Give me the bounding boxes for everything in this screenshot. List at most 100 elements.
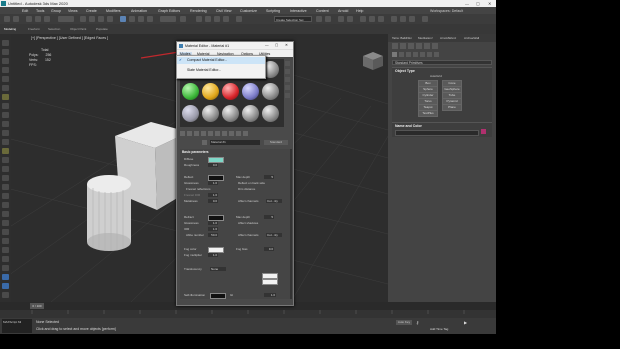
- tool-icon-5[interactable]: [2, 76, 9, 82]
- sample-slot[interactable]: [242, 105, 259, 122]
- tab-marker[interactable]: Tatra: Ball&Ski: [392, 36, 412, 40]
- menu-edit[interactable]: Edit: [22, 9, 28, 13]
- play-button-icon[interactable]: ▶: [464, 320, 467, 325]
- gi-field[interactable]: 1.0: [264, 293, 276, 297]
- undo-icon[interactable]: [4, 16, 10, 22]
- ribbon-tab-modeling[interactable]: Modeling: [4, 27, 16, 31]
- copy-material-icon[interactable]: [208, 131, 213, 136]
- maximize-icon[interactable]: ▢: [476, 1, 480, 6]
- mw-close-icon[interactable]: ✕: [285, 43, 288, 47]
- tool-icon-8[interactable]: [2, 103, 9, 109]
- helpers-icon[interactable]: [420, 52, 425, 57]
- render-frame-icon[interactable]: [400, 16, 406, 22]
- rotate-icon[interactable]: [129, 16, 135, 22]
- tool-icon-10[interactable]: [2, 121, 9, 127]
- material-type-button[interactable]: Standard: [264, 140, 288, 145]
- mw-minimize-icon[interactable]: —: [265, 43, 269, 47]
- refract-max-depth-field[interactable]: 5: [264, 215, 274, 219]
- selection-set-dropdown[interactable]: Create Selection Set: [274, 16, 312, 22]
- sample-slot[interactable]: [242, 83, 259, 100]
- material-editor-titlebar[interactable]: Material Editor - Material #1 — ▢ ✕: [177, 42, 293, 49]
- textplus-button[interactable]: TextPlus: [418, 110, 438, 117]
- slate-material-editor-item[interactable]: Slate Material Editor...: [177, 67, 265, 74]
- viewcube-icon[interactable]: [363, 52, 383, 70]
- menu-animation[interactable]: Animation: [131, 9, 147, 13]
- curve-editor-icon[interactable]: [360, 16, 366, 22]
- key-icon[interactable]: ⚷: [416, 320, 419, 325]
- self-illum-swatch[interactable]: [210, 293, 226, 299]
- library-icon[interactable]: [222, 131, 227, 136]
- fresnel-checkbox[interactable]: Fresnel reflections: [186, 187, 211, 191]
- uv-tiling-icon[interactable]: [285, 85, 290, 90]
- move-icon[interactable]: [120, 16, 126, 22]
- unlink-icon[interactable]: [35, 16, 41, 22]
- pick-material-icon[interactable]: [202, 140, 207, 145]
- ribbon-tab-selection[interactable]: Selection: [48, 27, 60, 31]
- bind-icon[interactable]: [44, 16, 50, 22]
- tool-icon-9[interactable]: [2, 112, 9, 118]
- mirror-icon[interactable]: [316, 16, 322, 22]
- go-to-parent-icon[interactable]: [243, 131, 248, 136]
- menu-graph-editors[interactable]: Graph Editors: [158, 9, 180, 13]
- reflect-backside-checkbox[interactable]: Reflect on back side: [238, 181, 265, 185]
- glossiness-field[interactable]: 1.0: [208, 181, 218, 185]
- menu-tools[interactable]: Tools: [36, 9, 44, 13]
- tool-icon-27[interactable]: [2, 274, 9, 280]
- menu-customize[interactable]: Customize: [240, 9, 257, 13]
- select-object-icon[interactable]: [80, 16, 86, 22]
- assign-material-icon[interactable]: [194, 131, 199, 136]
- tool-icon-29[interactable]: [2, 292, 9, 298]
- menu-civil-view[interactable]: Civil View: [216, 9, 232, 13]
- select-by-name-icon[interactable]: [89, 16, 95, 22]
- gi-checkbox[interactable]: GI: [230, 293, 233, 297]
- lights-icon[interactable]: [406, 52, 411, 57]
- snaps-icon[interactable]: [196, 16, 202, 22]
- tool-icon-16[interactable]: [2, 175, 9, 181]
- abbe-field[interactable]: 50.0: [208, 233, 218, 237]
- tool-icon-11[interactable]: [2, 130, 9, 136]
- tool-icon-20[interactable]: [2, 211, 9, 217]
- tool-icon-7[interactable]: [2, 94, 9, 100]
- spinner-snap-icon[interactable]: [223, 16, 229, 22]
- close-icon[interactable]: ✕: [488, 1, 491, 6]
- tool-icon-2[interactable]: [2, 49, 9, 55]
- translucency-dropdown[interactable]: None: [210, 267, 226, 271]
- background-icon[interactable]: [285, 77, 290, 82]
- rollout-header[interactable]: Basic parameters: [182, 150, 209, 154]
- refract-affect-dropdown[interactable]: Col...nly: [266, 233, 282, 237]
- display-icon[interactable]: [424, 43, 430, 49]
- tool-icon-3[interactable]: [2, 58, 9, 64]
- menu-views[interactable]: Views: [68, 9, 78, 13]
- minimize-icon[interactable]: —: [465, 1, 469, 6]
- angle-snap-icon[interactable]: [205, 16, 211, 22]
- ribbon-tab-freeform[interactable]: Freeform: [28, 27, 40, 31]
- sample-slot[interactable]: [202, 105, 219, 122]
- tool-icon-15[interactable]: [2, 166, 9, 172]
- name-color-header[interactable]: Name and Color: [392, 123, 492, 129]
- tool-icon-17[interactable]: [2, 184, 9, 190]
- percent-snap-icon[interactable]: [214, 16, 220, 22]
- layer-explorer-icon[interactable]: [347, 16, 353, 22]
- abbe-checkbox[interactable]: Abbe number: [186, 233, 204, 237]
- tool-icon-1[interactable]: [2, 40, 9, 46]
- mw-maximize-icon[interactable]: ▢: [275, 43, 278, 47]
- material-editor-window[interactable]: Material Editor - Material #1 — ▢ ✕ Mode…: [176, 41, 294, 306]
- get-material-icon[interactable]: [180, 131, 185, 136]
- tool-icon-18[interactable]: [2, 193, 9, 199]
- tool-icon-12[interactable]: [2, 139, 9, 145]
- object-color-swatch[interactable]: [481, 129, 486, 134]
- modify-icon[interactable]: [400, 43, 406, 49]
- sample-slot[interactable]: [222, 83, 239, 100]
- affect-channels-dropdown[interactable]: Col...nly: [266, 199, 282, 203]
- material-id-icon[interactable]: [229, 131, 234, 136]
- hierarchy-icon[interactable]: [408, 43, 414, 49]
- time-tag-button[interactable]: Add Time Tag: [430, 327, 460, 332]
- sample-slot[interactable]: [182, 83, 199, 100]
- tool-icon-14[interactable]: [2, 157, 9, 163]
- fresnel-ior-field[interactable]: 1.6: [208, 193, 218, 197]
- tool-icon-6[interactable]: [2, 85, 9, 91]
- align-icon[interactable]: [325, 16, 331, 22]
- menu-help[interactable]: Help: [356, 9, 363, 13]
- metalness-field[interactable]: 0.0: [208, 199, 218, 203]
- ribbon-tab-populate[interactable]: Populate: [96, 27, 108, 31]
